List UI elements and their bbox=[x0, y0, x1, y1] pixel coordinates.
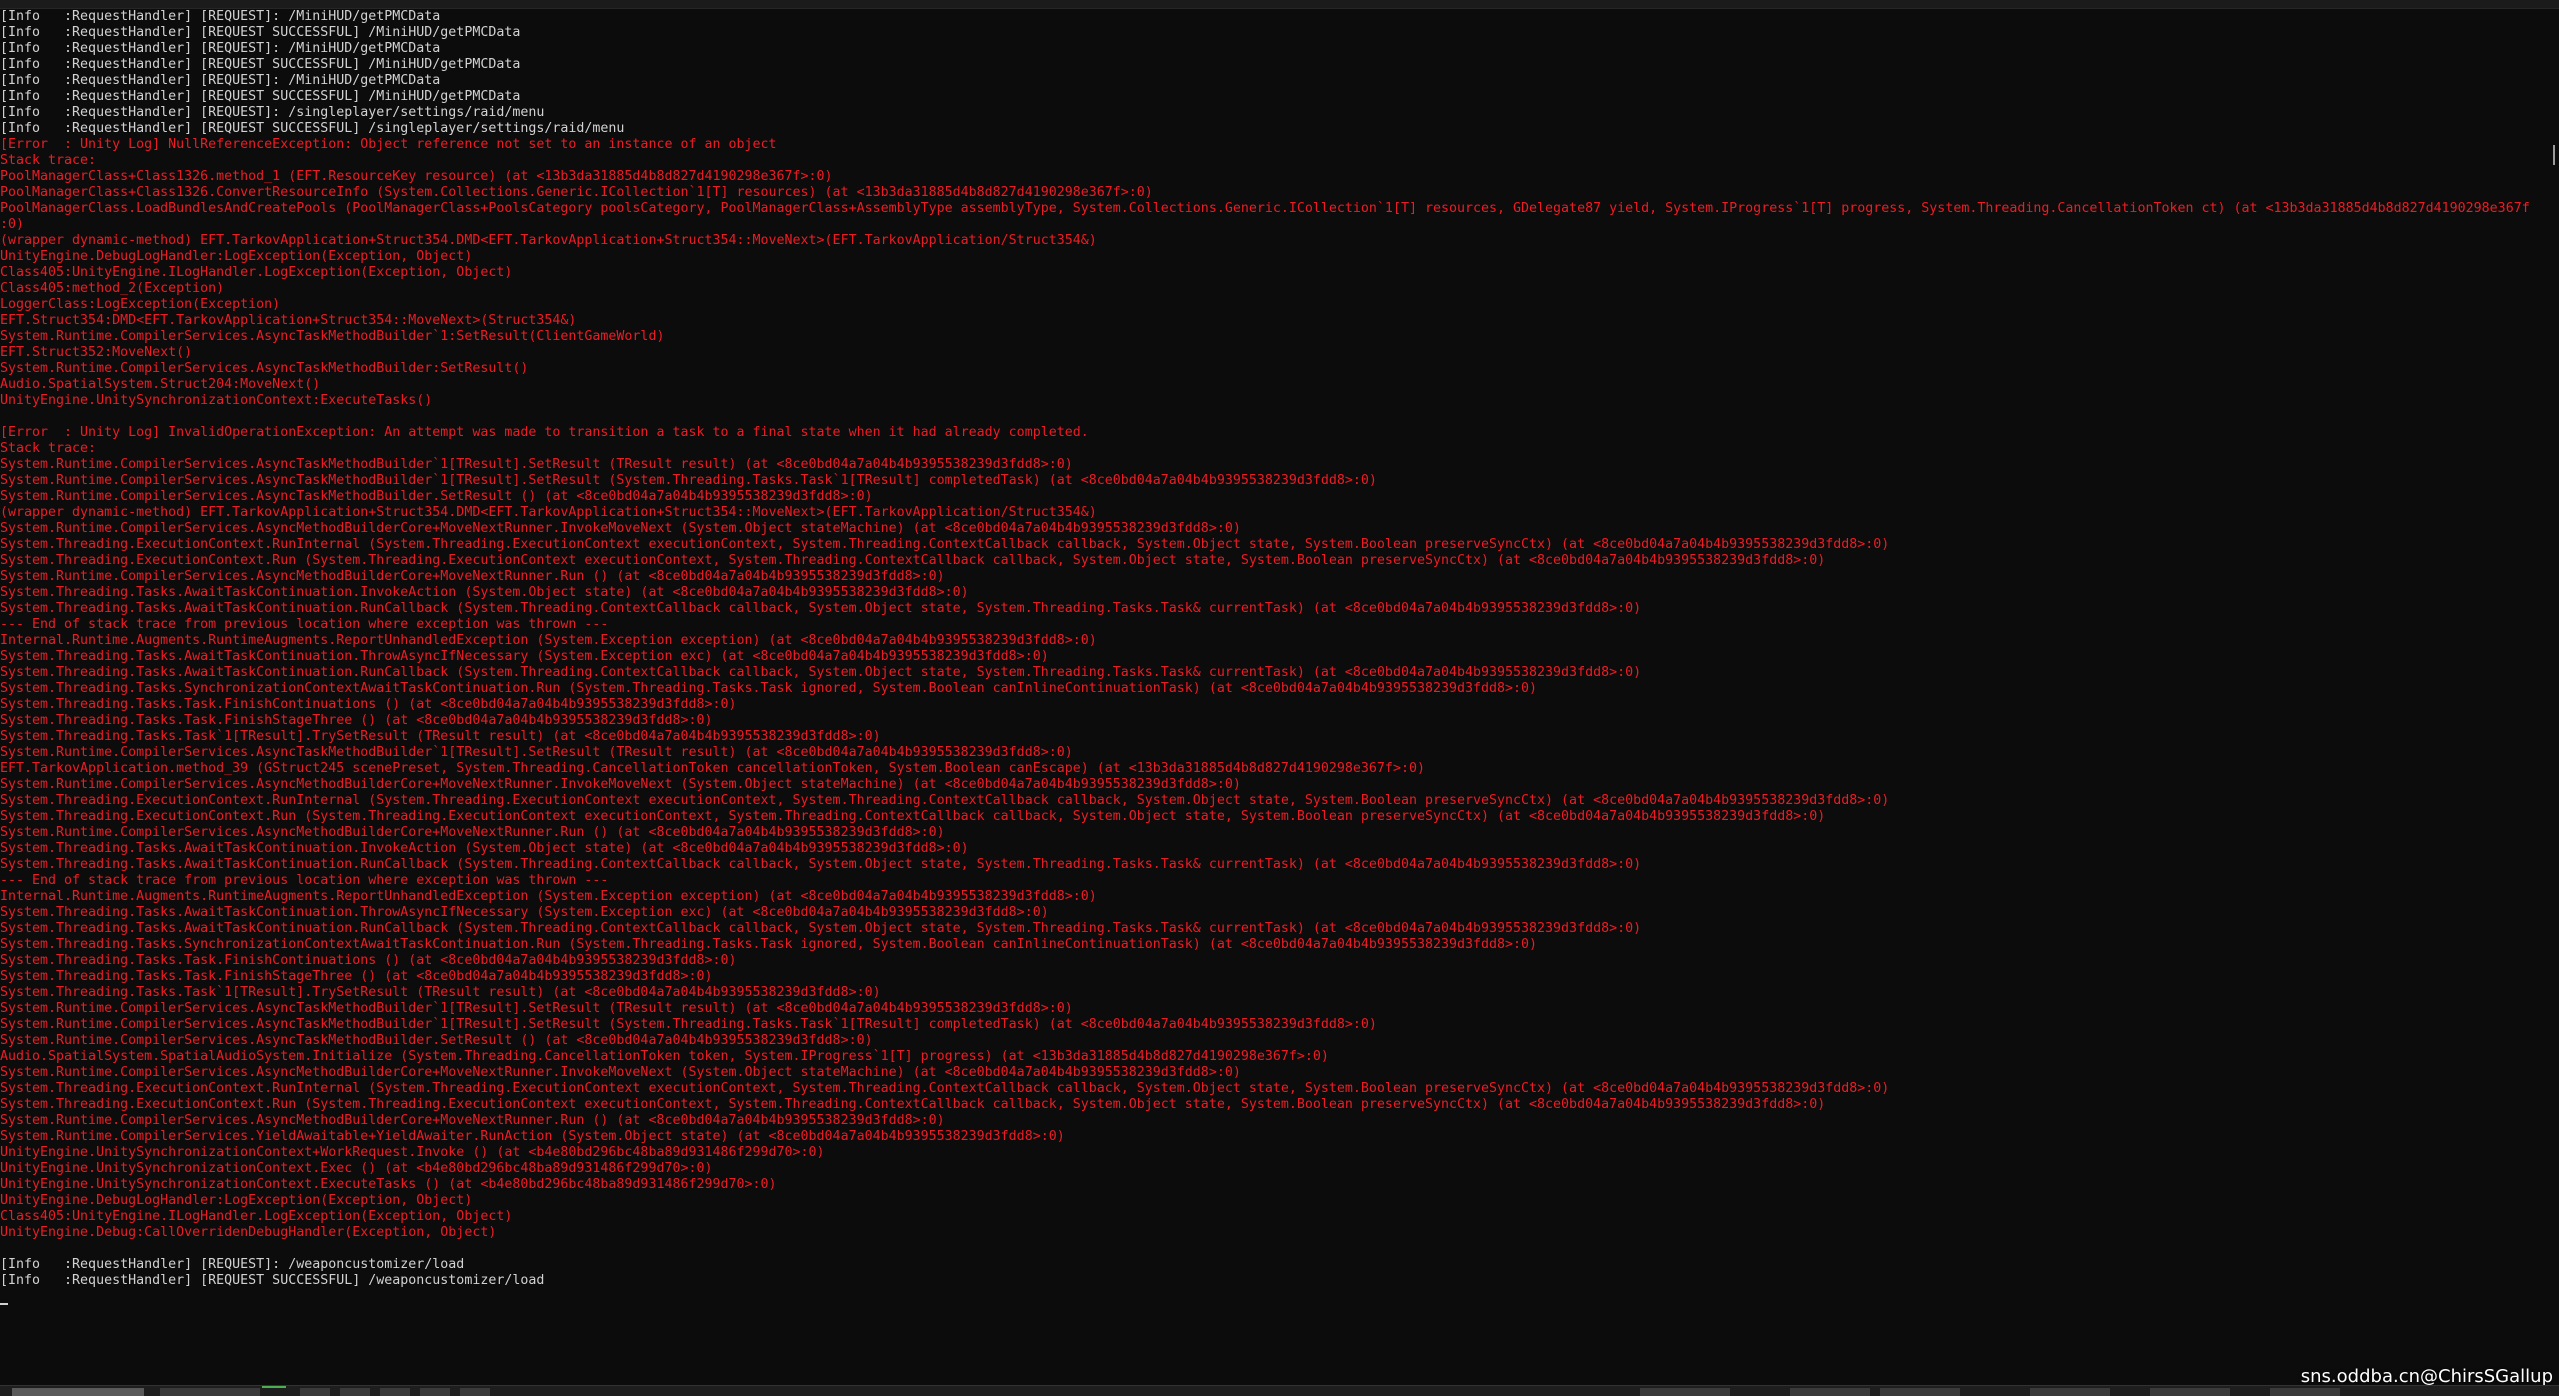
error-log-line: System.Runtime.CompilerServices.AsyncTas… bbox=[0, 489, 873, 504]
error-log-line: LoggerClass:LogException(Exception) bbox=[0, 297, 281, 312]
console-title-bar[interactable] bbox=[0, 0, 2559, 9]
error-log-line: System.Threading.ExecutionContext.RunInt… bbox=[0, 537, 1890, 552]
error-log-line: [Error : Unity Log] NullReferenceExcepti… bbox=[0, 137, 777, 152]
info-log-line: [Info :RequestHandler] [REQUEST SUCCESSF… bbox=[0, 89, 521, 104]
error-log-line: Audio.SpatialSystem.SpatialAudioSystem.I… bbox=[0, 1049, 1329, 1064]
error-log-line: System.Threading.Tasks.AwaitTaskContinua… bbox=[0, 665, 1642, 680]
error-log-line: System.Threading.Tasks.Task`1[TResult].T… bbox=[0, 985, 881, 1000]
error-log-line: System.Threading.ExecutionContext.RunInt… bbox=[0, 793, 1890, 808]
error-log-line: Internal.Runtime.Augments.RuntimeAugment… bbox=[0, 633, 1097, 648]
error-log-line: UnityEngine.UnitySynchronizationContext.… bbox=[0, 1177, 777, 1192]
info-log-line: [Info :RequestHandler] [REQUEST]: /MiniH… bbox=[0, 73, 441, 88]
scrollbar-thumb[interactable] bbox=[2553, 145, 2555, 165]
input-prompt-line[interactable] bbox=[0, 1289, 2530, 1305]
error-log-line: System.Runtime.CompilerServices.AsyncMet… bbox=[0, 1065, 1241, 1080]
error-log-line: System.Runtime.CompilerServices.AsyncTas… bbox=[0, 361, 529, 376]
error-log-line: System.Threading.Tasks.Task.FinishContin… bbox=[0, 697, 737, 712]
error-log-line: System.Threading.Tasks.Task.FinishStageT… bbox=[0, 713, 713, 728]
error-log-line: Class405:UnityEngine.ILogHandler.LogExce… bbox=[0, 1209, 513, 1224]
info-log-line: [Info :RequestHandler] [REQUEST SUCCESSF… bbox=[0, 1273, 545, 1288]
error-log-line: System.Runtime.CompilerServices.AsyncTas… bbox=[0, 1001, 1073, 1016]
error-log-line: UnityEngine.DebugLogHandler:LogException… bbox=[0, 249, 473, 264]
info-log-line: [Info :RequestHandler] [REQUEST]: /MiniH… bbox=[0, 9, 441, 24]
error-log-line: System.Runtime.CompilerServices.AsyncTas… bbox=[0, 473, 1377, 488]
error-log-line: System.Runtime.CompilerServices.AsyncMet… bbox=[0, 1113, 945, 1128]
error-log-line: System.Threading.Tasks.AwaitTaskContinua… bbox=[0, 921, 1642, 936]
watermark: sns.oddba.cn@ChirsSGallup bbox=[2300, 1366, 2553, 1387]
info-log-line: [Info :RequestHandler] [REQUEST]: /weapo… bbox=[0, 1257, 465, 1272]
error-log-line: System.Threading.Tasks.AwaitTaskContinua… bbox=[0, 841, 969, 856]
error-log-line: Class405:method_2(Exception) bbox=[0, 281, 225, 296]
error-log-line: System.Threading.Tasks.AwaitTaskContinua… bbox=[0, 905, 1049, 920]
error-log-line: System.Threading.Tasks.AwaitTaskContinua… bbox=[0, 601, 1642, 616]
taskbar bbox=[0, 1385, 2559, 1396]
error-log-line: :0) bbox=[0, 217, 25, 232]
info-log-line: [Info :RequestHandler] [REQUEST SUCCESSF… bbox=[0, 57, 521, 72]
error-log-line: System.Threading.ExecutionContext.Run (S… bbox=[0, 809, 1826, 824]
info-log-line: [Info :RequestHandler] [REQUEST SUCCESSF… bbox=[0, 25, 521, 40]
console-output[interactable]: [Info :RequestHandler] [REQUEST]: /MiniH… bbox=[0, 9, 2530, 1369]
error-log-line: System.Threading.ExecutionContext.RunInt… bbox=[0, 1081, 1890, 1096]
error-log-line: UnityEngine.DebugLogHandler:LogException… bbox=[0, 1193, 473, 1208]
error-log-line: System.Threading.Tasks.Task`1[TResult].T… bbox=[0, 729, 881, 744]
error-log-line: System.Runtime.CompilerServices.AsyncMet… bbox=[0, 777, 1241, 792]
info-log-line: [Info :RequestHandler] [REQUEST]: /singl… bbox=[0, 105, 545, 120]
error-log-line: PoolManagerClass+Class1326.method_1 (EFT… bbox=[0, 169, 833, 184]
error-log-line: System.Runtime.CompilerServices.AsyncMet… bbox=[0, 825, 945, 840]
error-log-line: System.Runtime.CompilerServices.AsyncTas… bbox=[0, 1017, 1377, 1032]
error-log-line: System.Runtime.CompilerServices.AsyncTas… bbox=[0, 1033, 873, 1048]
error-log-line: System.Threading.Tasks.Task.FinishStageT… bbox=[0, 969, 713, 984]
error-log-line: System.Threading.Tasks.SynchronizationCo… bbox=[0, 681, 1538, 696]
info-log-line: [Info :RequestHandler] [REQUEST]: /MiniH… bbox=[0, 41, 441, 56]
error-log-line: System.Threading.Tasks.AwaitTaskContinua… bbox=[0, 649, 1049, 664]
error-log-line: EFT.Struct352:MoveNext() bbox=[0, 345, 193, 360]
error-log-line: System.Threading.Tasks.AwaitTaskContinua… bbox=[0, 585, 969, 600]
error-log-line: UnityEngine.UnitySynchronizationContext+… bbox=[0, 1145, 825, 1160]
error-log-line: UnityEngine.UnitySynchronizationContext.… bbox=[0, 1161, 713, 1176]
error-log-line: System.Runtime.CompilerServices.AsyncTas… bbox=[0, 457, 1073, 472]
error-log-line: System.Threading.ExecutionContext.Run (S… bbox=[0, 1097, 1826, 1112]
error-log-line: UnityEngine.Debug:CallOverridenDebugHand… bbox=[0, 1225, 497, 1240]
error-log-line: EFT.Struct354:DMD<EFT.TarkovApplication+… bbox=[0, 313, 577, 328]
error-log-line: System.Runtime.CompilerServices.AsyncMet… bbox=[0, 521, 1241, 536]
error-log-line: --- End of stack trace from previous loc… bbox=[0, 873, 609, 888]
error-log-line: [Error : Unity Log] InvalidOperationExce… bbox=[0, 425, 1089, 440]
error-log-line: Class405:UnityEngine.ILogHandler.LogExce… bbox=[0, 265, 513, 280]
error-log-line: (wrapper dynamic-method) EFT.TarkovAppli… bbox=[0, 505, 1097, 520]
error-log-line: PoolManagerClass.LoadBundlesAndCreatePoo… bbox=[0, 201, 2530, 216]
error-log-line: System.Threading.Tasks.AwaitTaskContinua… bbox=[0, 857, 1642, 872]
error-log-line: (wrapper dynamic-method) EFT.TarkovAppli… bbox=[0, 233, 1097, 248]
error-log-line: Audio.SpatialSystem.Struct204:MoveNext() bbox=[0, 377, 321, 392]
error-log-line: EFT.TarkovApplication.method_39 (GStruct… bbox=[0, 761, 1425, 776]
error-log-line: System.Threading.ExecutionContext.Run (S… bbox=[0, 553, 1826, 568]
error-log-line: UnityEngine.UnitySynchronizationContext:… bbox=[0, 393, 433, 408]
error-log-line: --- End of stack trace from previous loc… bbox=[0, 617, 609, 632]
error-log-line: Stack trace: bbox=[0, 441, 97, 456]
error-log-line: System.Runtime.CompilerServices.AsyncMet… bbox=[0, 569, 945, 584]
error-log-line: System.Threading.Tasks.Task.FinishContin… bbox=[0, 953, 737, 968]
error-log-line: System.Threading.Tasks.SynchronizationCo… bbox=[0, 937, 1538, 952]
error-log-line: PoolManagerClass+Class1326.ConvertResour… bbox=[0, 185, 1153, 200]
error-log-line: System.Runtime.CompilerServices.AsyncTas… bbox=[0, 329, 665, 344]
error-log-line: System.Runtime.CompilerServices.YieldAwa… bbox=[0, 1129, 1065, 1144]
info-log-line: [Info :RequestHandler] [REQUEST SUCCESSF… bbox=[0, 121, 625, 136]
error-log-line: Internal.Runtime.Augments.RuntimeAugment… bbox=[0, 889, 1097, 904]
text-cursor bbox=[0, 1303, 8, 1305]
error-log-line: Stack trace: bbox=[0, 153, 97, 168]
taskbar-activity-indicator bbox=[262, 1386, 286, 1388]
error-log-line: System.Runtime.CompilerServices.AsyncTas… bbox=[0, 745, 1073, 760]
